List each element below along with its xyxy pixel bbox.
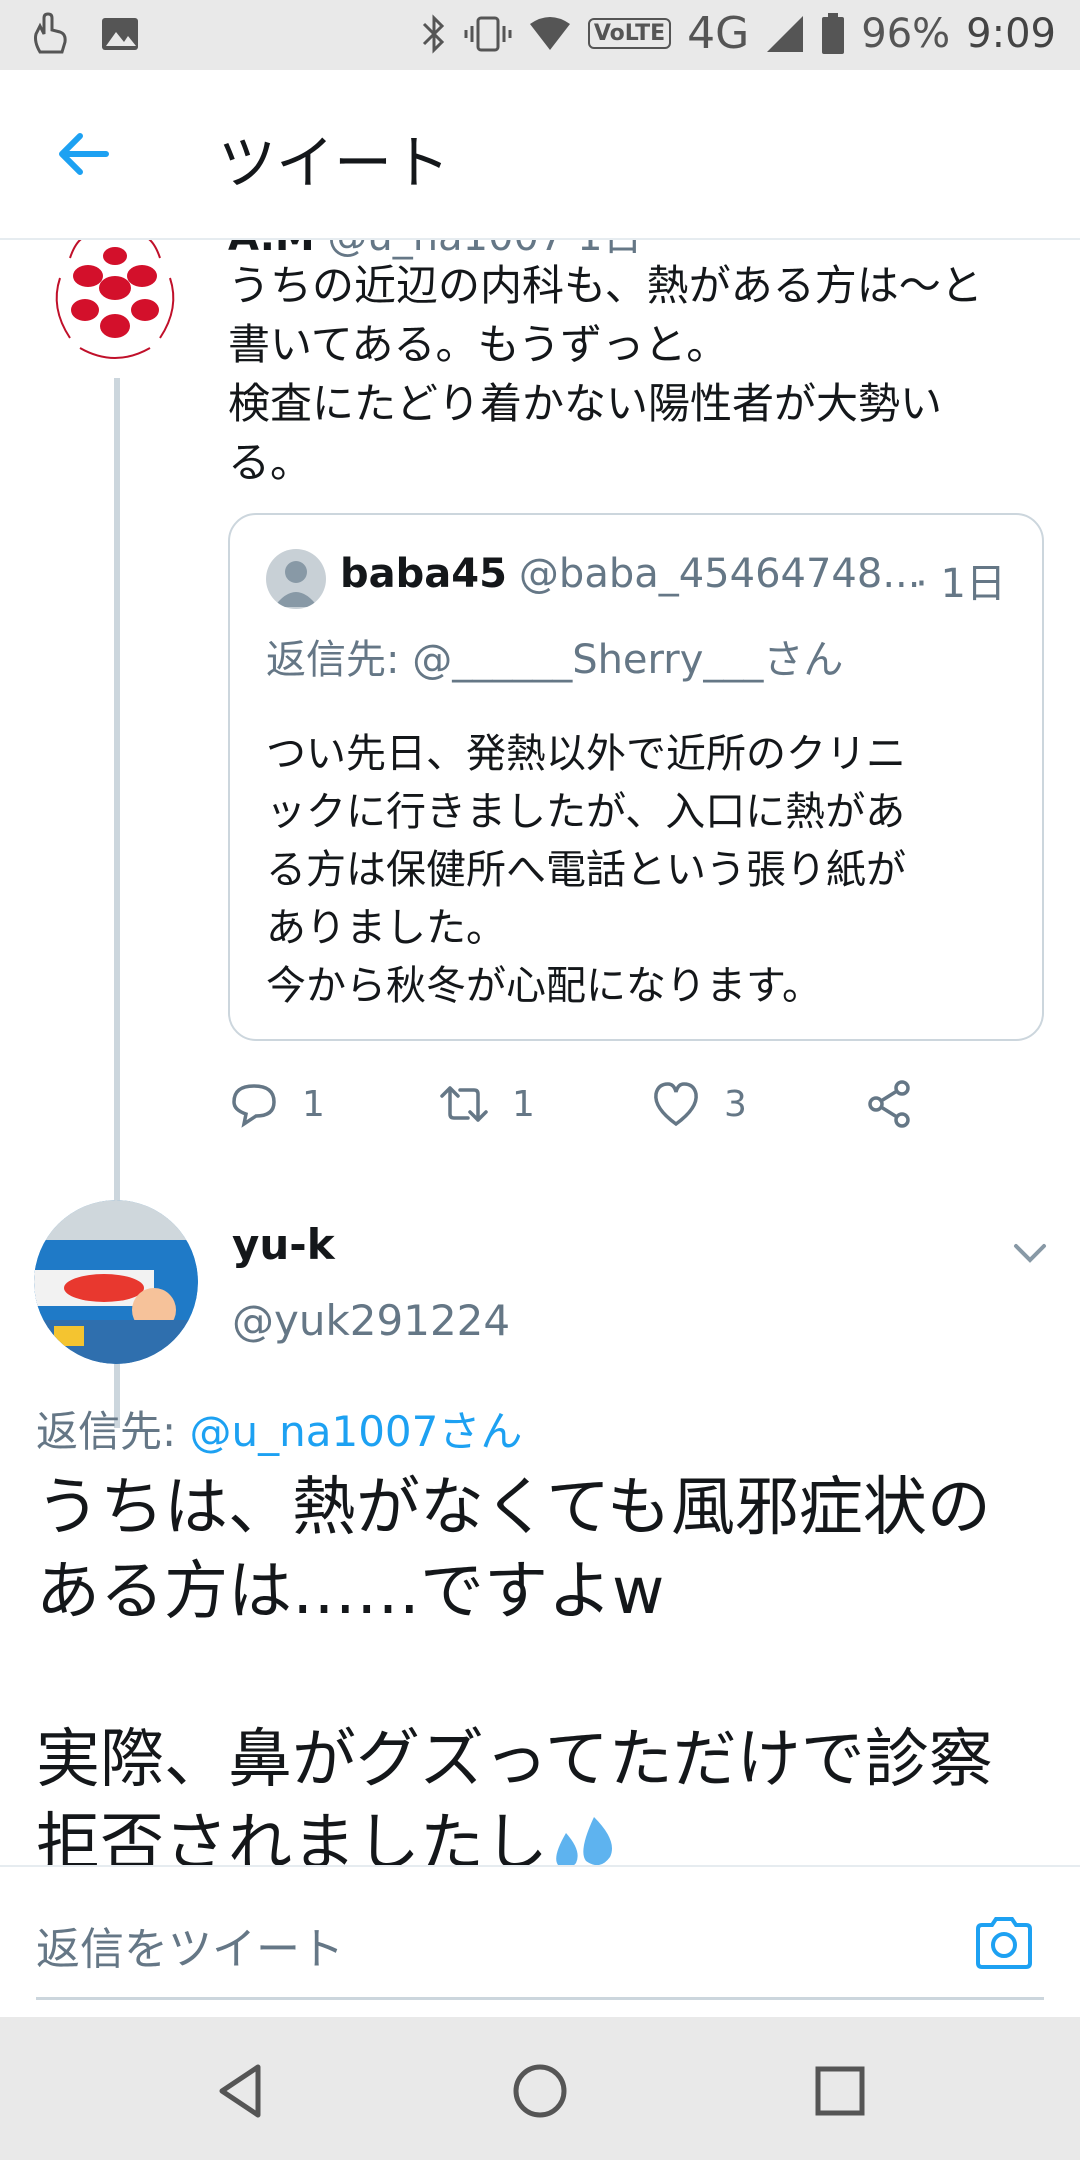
retweet-action[interactable]: 1	[438, 1078, 535, 1130]
like-count: 3	[724, 1083, 747, 1125]
reply-author-handle: @yuk291224	[232, 1296, 511, 1345]
quoted-author-row: baba45 @baba_45464748...	[340, 551, 920, 597]
sweat-drops-icon	[556, 1817, 612, 1865]
quoted-tweet-text: つい先日、発熱以外で近所のクリニ ックに行きましたが、入口に熱があ る方は保健所…	[266, 731, 906, 1009]
gallery-icon	[102, 18, 138, 50]
nav-recents-icon[interactable]	[810, 2061, 870, 2121]
quoted-author-name: baba45	[340, 551, 507, 597]
reply-tweet-text: うちは、熱がなくても風邪症状の ある方は……ですよw 実際、鼻がグズってただけで…	[36, 1471, 993, 1865]
retweet-icon	[440, 1086, 488, 1122]
status-bar: VoLTE 4G 96% 9:09	[0, 0, 1080, 70]
reply-count: 1	[302, 1083, 325, 1125]
default-user-icon	[274, 561, 318, 607]
quoted-reply-to: 返信先: @______Sherry___さん	[266, 637, 844, 683]
battery-icon	[822, 12, 845, 54]
bluetooth-icon	[422, 13, 444, 54]
reply-author-name[interactable]: yu-k	[232, 1220, 335, 1269]
share-action[interactable]	[864, 1078, 916, 1130]
clock: 9:09	[966, 10, 1056, 57]
reply-to-line: 返信先: @u_na1007さん	[36, 1398, 522, 1459]
tweet-thread[interactable]: A.M @u_na1007 1日 うちの近辺の内科も、熱がある方は〜と 書いてあ…	[0, 238, 1080, 1865]
parent-tweet-text: うちの近辺の内科も、熱がある方は〜と 書いてある。もうずっと。 検査にたどり着か…	[228, 261, 983, 487]
quoted-tweet-card[interactable]: baba45 @baba_45464748... · 1日 返信先: @_____…	[228, 513, 1044, 1041]
vibrate-icon	[464, 16, 512, 51]
quoted-author-handle: @baba_45464748...	[518, 551, 921, 597]
reply-input[interactable]: 返信をツイート	[36, 1913, 344, 1977]
retweet-count: 1	[512, 1083, 535, 1125]
reply-to-mention[interactable]: @u_na1007さん	[190, 1407, 523, 1456]
nav-back-icon[interactable]	[212, 2061, 272, 2121]
chevron-down-icon[interactable]	[1010, 1232, 1050, 1272]
parent-avatar[interactable]	[40, 238, 190, 368]
wifi-icon	[529, 16, 570, 50]
reply-input-underline	[36, 1997, 1044, 2000]
reply-composer: 返信をツイート	[0, 1865, 1080, 2019]
volte-badge: VoLTE	[587, 18, 672, 49]
like-icon	[654, 1082, 698, 1127]
system-nav-bar	[0, 2017, 1080, 2160]
share-icon	[868, 1080, 910, 1128]
touch-icon	[34, 12, 67, 54]
network-type: 4G	[687, 8, 750, 59]
tweet-actions: 1 1 3	[228, 1078, 1028, 1138]
nav-home-icon[interactable]	[510, 2061, 570, 2121]
quoted-avatar	[266, 549, 326, 609]
reply-author-avatar[interactable]	[34, 1200, 198, 1364]
top-app-bar: ツイート	[0, 70, 1080, 240]
back-arrow-icon[interactable]	[52, 122, 116, 186]
quoted-tweet-time: · 1日	[915, 561, 1006, 607]
camera-icon[interactable]	[972, 1911, 1036, 1975]
page-title: ツイート	[218, 129, 451, 197]
battery-percent: 96%	[861, 10, 951, 57]
signal-icon	[767, 15, 804, 52]
reply-tweet-text-block: うちは、熱がなくても風邪症状の ある方は……ですよw 実際、鼻がグズってただけで…	[36, 1466, 1046, 1865]
like-action[interactable]: 3	[650, 1078, 747, 1130]
reply-to-prefix: 返信先:	[36, 1407, 190, 1456]
reply-action[interactable]: 1	[228, 1078, 325, 1130]
reply-icon	[232, 1084, 276, 1128]
